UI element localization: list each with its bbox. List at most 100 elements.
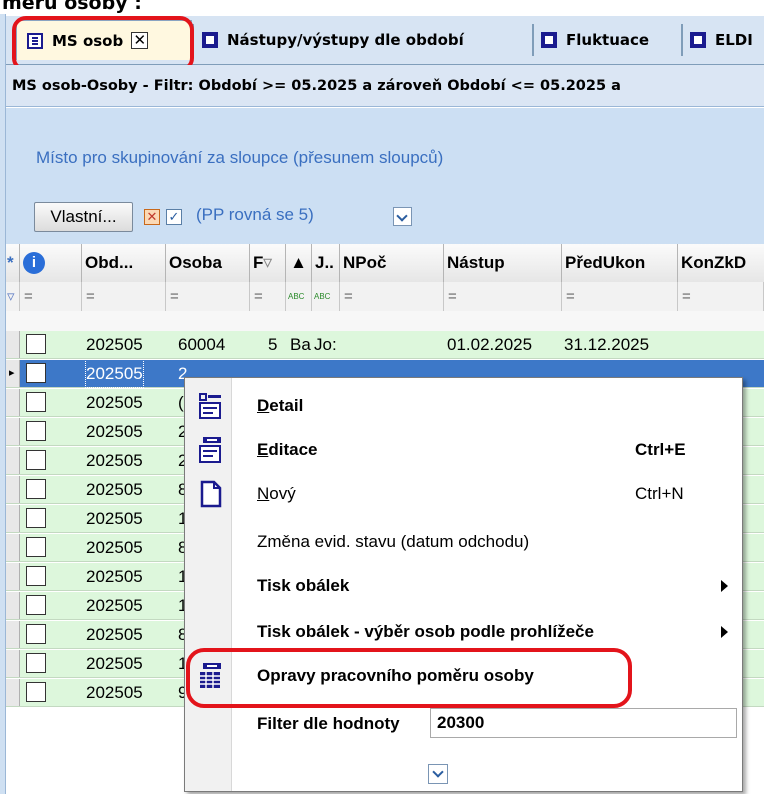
filter-funnel-icon[interactable]: ▿: [6, 282, 20, 311]
cell-osoba: 60004: [178, 335, 226, 354]
grid-spacer: [6, 311, 764, 331]
row-checkbox[interactable]: [26, 537, 46, 557]
row-header[interactable]: [6, 679, 20, 706]
window-caption: měru osoby :: [0, 0, 764, 14]
cell-obdobi: 202505: [86, 654, 143, 673]
row-header[interactable]: [6, 389, 20, 416]
tab-fluktuace[interactable]: Fluktuace: [541, 20, 649, 60]
tab-nastupy-vystupy[interactable]: Nástupy/výstupy dle období: [202, 20, 464, 60]
cell-obdobi: 202505: [86, 567, 143, 586]
row-checkbox[interactable]: [26, 595, 46, 615]
cell-obdobi: 202505: [86, 451, 143, 470]
submenu-arrow-icon: [721, 580, 728, 592]
column-header-f[interactable]: F▽: [250, 244, 286, 282]
filter-cell[interactable]: =: [20, 282, 82, 311]
cell-obdobi: 202505: [86, 509, 143, 528]
info-column-header[interactable]: i: [20, 244, 82, 282]
cell-j: Jo:: [314, 335, 337, 354]
menu-item-novy[interactable]: Nový Ctrl+N: [185, 472, 742, 516]
cell-obdobi: 202505: [86, 393, 143, 412]
row-checkbox[interactable]: [26, 508, 46, 528]
detail-icon: [199, 393, 221, 419]
column-header-konzkd[interactable]: KonZkD: [678, 244, 764, 282]
vlastni-button[interactable]: Vlastní...: [34, 202, 133, 232]
cell-obdobi: 202505: [86, 538, 143, 557]
shortcut-text: Ctrl+N: [635, 484, 684, 503]
row-checkbox[interactable]: [26, 363, 46, 383]
row-checkbox[interactable]: [26, 450, 46, 470]
cell-a: Ba: [290, 335, 311, 354]
cell-obdobi: 202505: [86, 480, 143, 499]
highlight-circle-tab: [12, 16, 194, 72]
row-header[interactable]: [6, 331, 20, 358]
column-header-predukon[interactable]: PředUkon: [562, 244, 678, 282]
clear-filter-icon[interactable]: ✕: [144, 209, 160, 225]
tab-label: ELDI: [715, 31, 753, 49]
form-icon: [202, 32, 218, 48]
filter-row: ▿ = = = = ABC ABC = = = =: [6, 282, 764, 312]
cell-obdobi: 202505: [86, 683, 143, 702]
menu-item-filter-dle-hodnoty[interactable]: Filter dle hodnoty 20300: [185, 704, 742, 744]
filter-cell[interactable]: =: [82, 282, 166, 311]
new-document-icon: [200, 480, 222, 508]
column-header-osoba[interactable]: Osoba: [166, 244, 250, 282]
cell-obdobi: 202505: [86, 625, 143, 644]
sort-arrow-icon[interactable]: ▲: [286, 244, 312, 282]
filter-cell[interactable]: =: [340, 282, 444, 311]
filter-dropdown-button[interactable]: [393, 207, 412, 226]
column-header-npoc[interactable]: NPoč: [340, 244, 444, 282]
column-header-j[interactable]: J..: [312, 244, 340, 282]
tab-label: Nástupy/výstupy dle období: [227, 31, 464, 49]
row-header[interactable]: [6, 621, 20, 648]
filter-cell[interactable]: =: [678, 282, 764, 311]
filter-enabled-checkbox[interactable]: ✓: [166, 209, 182, 225]
edit-icon: [199, 437, 221, 463]
row-header[interactable]: ▸: [6, 360, 20, 387]
cell-nastup: 01.02.2025: [447, 335, 533, 354]
row-checkbox[interactable]: [26, 334, 46, 354]
table-row[interactable]: 202505 60004 5 Ba Jo: 01.02.2025 31.12.2025: [6, 331, 764, 359]
submenu-arrow-icon: [721, 626, 728, 638]
row-header[interactable]: [6, 505, 20, 532]
column-header-nastup[interactable]: Nástup: [444, 244, 562, 282]
row-header[interactable]: [6, 592, 20, 619]
column-header-obdobi[interactable]: Obd...: [82, 244, 166, 282]
cell-obdobi: 202505: [86, 335, 143, 354]
menu-item-tisk-obalek[interactable]: Tisk obálek: [185, 564, 742, 608]
highlight-circle-menu-item: [186, 648, 632, 708]
menu-item-detail[interactable]: Detail: [185, 384, 742, 428]
active-filter-text[interactable]: (PP rovná se 5): [196, 205, 314, 225]
abc-filter-icon[interactable]: ABC: [286, 282, 312, 311]
filter-cell[interactable]: =: [166, 282, 250, 311]
row-header[interactable]: [6, 476, 20, 503]
filter-cell[interactable]: =: [562, 282, 678, 311]
filter-cell[interactable]: =: [250, 282, 286, 311]
row-header[interactable]: [6, 563, 20, 590]
form-icon: [541, 32, 557, 48]
asterisk-icon[interactable]: *: [6, 244, 20, 282]
row-header[interactable]: [6, 418, 20, 445]
row-header[interactable]: [6, 650, 20, 677]
row-checkbox[interactable]: [26, 624, 46, 644]
group-area[interactable]: Místo pro skupinování za sloupce (přesun…: [6, 108, 764, 244]
tab-separator: [532, 24, 534, 56]
chevron-down-icon[interactable]: [428, 764, 448, 784]
row-checkbox[interactable]: [26, 392, 46, 412]
filter-cell[interactable]: =: [444, 282, 562, 311]
menu-item-zmena-stavu[interactable]: Změna evid. stavu (datum odchodu): [185, 520, 742, 564]
row-checkbox[interactable]: [26, 566, 46, 586]
tab-eldi[interactable]: ELDI: [690, 20, 753, 60]
row-header[interactable]: [6, 534, 20, 561]
row-checkbox[interactable]: [26, 421, 46, 441]
filter-value-field[interactable]: 20300: [430, 708, 737, 738]
menu-item-editace[interactable]: Editace Ctrl+E: [185, 428, 742, 472]
grid-header: * i Obd... Osoba F▽ ▲ J.. NPoč Nástup Př…: [6, 244, 764, 283]
cell-f: 5: [268, 335, 278, 354]
row-checkbox[interactable]: [26, 682, 46, 702]
abc-filter-icon[interactable]: ABC: [312, 282, 340, 311]
row-checkbox[interactable]: [26, 653, 46, 673]
row-checkbox[interactable]: [26, 479, 46, 499]
row-header[interactable]: [6, 447, 20, 474]
cell-osoba: (: [178, 393, 184, 412]
context-menu: Detail Editace Ctrl+E Nový Ctrl+N Změna …: [184, 377, 743, 792]
